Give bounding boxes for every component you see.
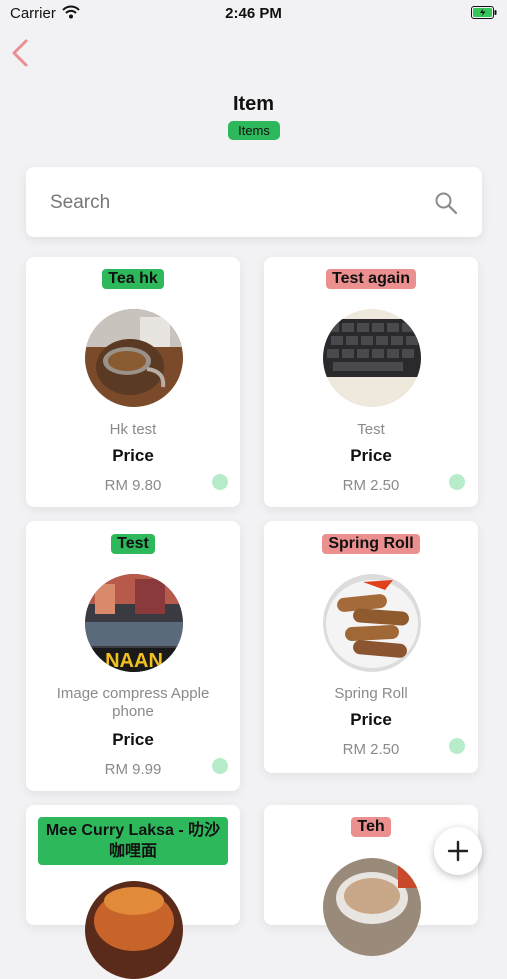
item-card[interactable]: Test NAAN Image compress Apple phone Pri… — [26, 521, 240, 791]
item-price: RM 2.50 — [342, 477, 400, 494]
item-card[interactable]: Spring Roll Spring Roll Price RM 2.50 — [264, 521, 478, 773]
item-name-badge: Tea hk — [102, 269, 164, 289]
add-item-button[interactable] — [434, 827, 482, 875]
chevron-left-icon — [12, 39, 28, 67]
status-time: 2:46 PM — [225, 5, 282, 22]
item-description: Hk test — [109, 421, 157, 438]
item-image: NAAN — [85, 574, 183, 672]
status-dot — [212, 474, 228, 490]
item-price: RM 2.50 — [342, 741, 400, 758]
page-title: Item — [232, 93, 275, 115]
item-price: RM 9.99 — [104, 761, 162, 778]
item-name-badge: Test — [111, 534, 155, 554]
item-card[interactable]: Test again Test Price RM 2.50 — [264, 257, 478, 507]
item-image — [323, 574, 421, 672]
item-name-badge: Mee Curry Laksa - 叻沙咖哩面 — [38, 817, 228, 865]
plus-icon — [447, 840, 469, 862]
item-price-label: Price — [112, 446, 154, 465]
item-name-badge: Test again — [326, 269, 416, 289]
item-price-label: Price — [350, 710, 392, 729]
item-image — [323, 858, 421, 956]
item-price-label: Price — [350, 446, 392, 465]
item-image — [85, 881, 183, 979]
item-price-label: Price — [112, 730, 154, 749]
item-name-badge: Spring Roll — [322, 534, 420, 554]
item-card[interactable]: Tea hk Hk test Price RM 9.80 — [26, 257, 240, 507]
battery-icon — [471, 6, 497, 24]
item-name-badge: Teh — [351, 817, 391, 837]
item-card[interactable]: Mee Curry Laksa - 叻沙咖哩面 — [26, 805, 240, 979]
status-dot — [449, 738, 465, 754]
items-badge: Items — [228, 121, 280, 140]
item-image — [323, 309, 421, 407]
svg-text:NAAN: NAAN — [105, 650, 163, 672]
item-description: Spring Roll — [334, 685, 408, 702]
status-bar: Carrier 2:46 PM — [0, 0, 507, 28]
item-description: Test — [357, 421, 385, 438]
search-input[interactable] — [48, 187, 412, 219]
status-dot — [449, 474, 465, 490]
status-dot — [212, 758, 228, 774]
item-image — [85, 309, 183, 407]
search-bar — [26, 167, 482, 237]
back-button[interactable] — [8, 38, 36, 68]
item-price: RM 9.80 — [104, 477, 162, 494]
item-description: Image compress Apple phone — [56, 685, 210, 720]
search-icon[interactable] — [434, 191, 458, 220]
